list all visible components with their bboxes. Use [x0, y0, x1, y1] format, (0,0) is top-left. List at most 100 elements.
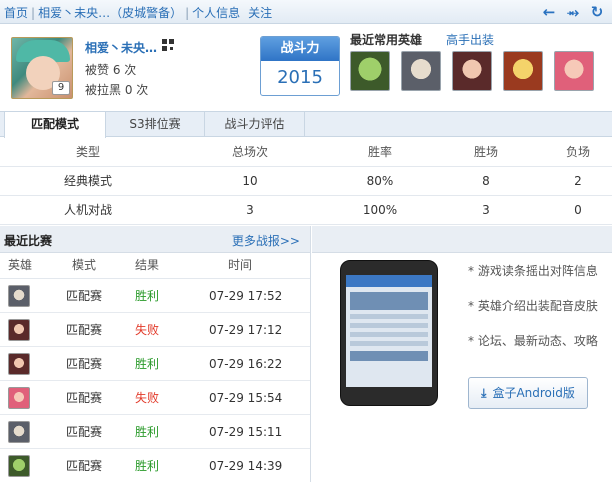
tab-normal[interactable]: 匹配模式 — [4, 112, 106, 138]
more-reports-link[interactable]: 更多战报>> — [232, 232, 300, 249]
cell: 8 — [482, 174, 490, 188]
match-mode: 匹配赛 — [66, 459, 103, 473]
hero-icon — [8, 387, 30, 409]
match-row[interactable]: 匹配赛 失败 07-29 15:54 — [0, 381, 310, 415]
cell: 100% — [362, 203, 398, 217]
mode-tabs: 匹配模式 S3排位赛 战斗力评估 — [0, 111, 612, 138]
screen-line — [350, 323, 428, 328]
blacklist-count: 被拉黑 0 次 — [85, 83, 149, 97]
refresh-icon[interactable]: ↻ — [588, 3, 606, 21]
hero-portrait[interactable] — [401, 51, 441, 91]
top-bar: 首页 | 相爱丶未央…（皮城警备） | 个人信息 关注 ← ⥇ ↻ — [0, 0, 612, 24]
match-result: 失败 — [135, 323, 160, 337]
cell: 80% — [366, 174, 394, 188]
screen-line — [350, 314, 428, 319]
combat-power-box: 战斗力 2015 — [260, 36, 340, 96]
header-cell: 胜场 — [473, 145, 498, 159]
match-row[interactable]: 匹配赛 失败 07-29 17:12 — [0, 313, 310, 347]
share-icon[interactable]: ⥇ — [564, 3, 582, 21]
download-label: 盒子Android版 — [492, 386, 575, 400]
tab-power-eval[interactable]: 战斗力评估 — [205, 112, 305, 137]
download-icon: ⤓ — [481, 386, 487, 400]
header-cell: 模式 — [72, 258, 97, 272]
match-time: 07-29 14:39 — [209, 459, 283, 473]
stats-table: 类型 总场次 胜率 胜场 负场 经典模式 10 80% 8 2 人机对战 3 1… — [0, 138, 612, 225]
qr-code-icon[interactable] — [162, 39, 174, 51]
hero-portrait[interactable] — [452, 51, 492, 91]
header-cell: 负场 — [565, 145, 590, 159]
match-time: 07-29 16:22 — [209, 357, 283, 371]
match-time: 07-29 15:54 — [209, 391, 283, 405]
breadcrumb-separator: | — [31, 6, 36, 20]
pro-builds-link[interactable]: 高手出装 — [446, 31, 494, 48]
screen-line — [350, 332, 428, 337]
hero-icon — [8, 353, 30, 375]
table-row: 经典模式 10 80% 8 2 — [0, 167, 612, 196]
header-cell: 结果 — [135, 258, 160, 272]
match-result: 胜利 — [135, 459, 160, 473]
tab-ranked[interactable]: S3排位赛 — [106, 112, 205, 137]
match-mode: 匹配赛 — [66, 289, 103, 303]
match-row[interactable]: 匹配赛 胜利 07-29 17:52 — [0, 279, 310, 313]
table-header: 类型 总场次 胜率 胜场 负场 — [0, 138, 612, 167]
phone-screen — [346, 275, 432, 387]
screen-header — [346, 275, 432, 287]
recent-matches-panel: 最近比赛 更多战报>> 英雄 模式 结果 时间 匹配赛 胜利 07-29 17:… — [0, 226, 311, 482]
breadcrumb-player-link[interactable]: 相爱丶未央…（皮城警备） — [38, 6, 182, 20]
promo-header-bar — [312, 226, 612, 253]
cell: 3 — [246, 203, 254, 217]
match-mode: 匹配赛 — [66, 425, 103, 439]
cell: 经典模式 — [63, 174, 112, 188]
breadcrumb-separator: | — [185, 6, 190, 20]
match-result: 失败 — [135, 391, 160, 405]
header-cell: 时间 — [228, 258, 253, 272]
android-download-button[interactable]: ⤓ 盒子Android版 — [468, 377, 588, 409]
table-row: 人机对战 3 100% 3 0 — [0, 196, 612, 225]
hero-icon — [8, 319, 30, 341]
match-mode: 匹配赛 — [66, 323, 103, 337]
match-row[interactable]: 匹配赛 胜利 07-29 16:22 — [0, 347, 310, 381]
matches-column-headers: 英雄 模式 结果 时间 — [0, 253, 310, 279]
match-row[interactable]: 匹配赛 胜利 07-29 15:11 — [0, 415, 310, 449]
match-mode: 匹配赛 — [66, 357, 103, 371]
hero-portrait[interactable] — [350, 51, 390, 91]
match-result: 胜利 — [135, 425, 160, 439]
hero-icon — [8, 285, 30, 307]
cell: 3 — [482, 203, 490, 217]
feature-text: * 英雄介绍出装配音皮肤 — [468, 299, 598, 313]
back-arrow-icon[interactable]: ← — [540, 3, 558, 21]
likes-count: 被赞 6 次 — [85, 63, 137, 77]
player-name[interactable]: 相爱丶未央… — [85, 39, 157, 56]
match-result: 胜利 — [135, 289, 160, 303]
header-cell: 英雄 — [8, 258, 33, 272]
feature-text: * 游戏读条摇出对阵信息 — [468, 264, 598, 278]
match-row[interactable]: 匹配赛 胜利 07-29 14:39 — [0, 449, 310, 482]
hero-icon — [8, 455, 30, 477]
match-time: 07-29 17:52 — [209, 289, 283, 303]
cell: 2 — [574, 174, 582, 188]
breadcrumb-home-link[interactable]: 首页 — [4, 6, 28, 20]
match-time: 07-29 17:12 — [209, 323, 283, 337]
screen-block — [350, 351, 428, 361]
screen-line — [350, 341, 428, 346]
follow-button[interactable]: 关注 — [248, 6, 272, 20]
recent-matches-header: 最近比赛 更多战报>> — [0, 226, 310, 253]
breadcrumb: 首页 | 相爱丶未央…（皮城警备） | 个人信息 关注 — [4, 4, 272, 21]
profile-panel: 9 相爱丶未央… 被赞 6 次 被拉黑 0 次 战斗力 2015 最近常用英雄 … — [0, 25, 612, 111]
app-promo-panel: * 游戏读条摇出对阵信息 * 英雄介绍出装配音皮肤 * 论坛、最新动态、攻略 ⤓… — [312, 226, 612, 482]
recent-matches-title: 最近比赛 — [4, 234, 53, 248]
combat-power-label: 战斗力 — [261, 37, 339, 61]
header-cell: 胜率 — [367, 145, 392, 159]
breadcrumb-section: 个人信息 — [192, 6, 241, 20]
match-mode: 匹配赛 — [66, 391, 103, 405]
frequent-heroes-title: 最近常用英雄 — [350, 33, 423, 47]
hero-portrait[interactable] — [503, 51, 543, 91]
cell: 人机对战 — [63, 203, 112, 217]
level-badge: 9 — [52, 81, 70, 95]
match-time: 07-29 15:11 — [209, 425, 283, 439]
frequent-heroes-list — [350, 51, 605, 94]
match-result: 胜利 — [135, 357, 160, 371]
header-cell: 类型 — [75, 145, 100, 159]
hero-portrait[interactable] — [554, 51, 594, 91]
header-cell: 总场次 — [231, 145, 268, 159]
